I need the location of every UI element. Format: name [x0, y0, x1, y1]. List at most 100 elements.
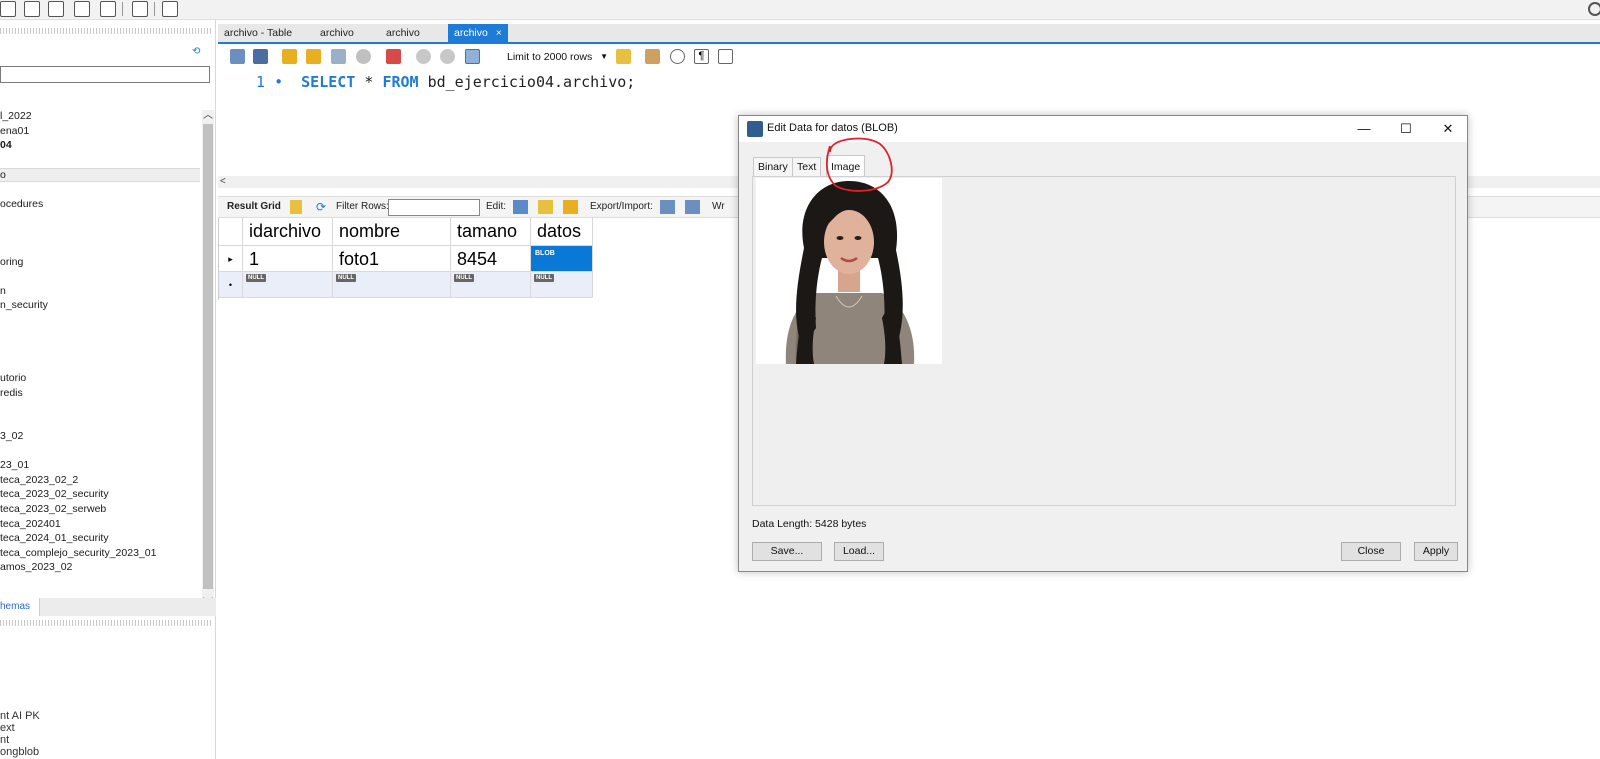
- word-wrap-icon[interactable]: [718, 49, 733, 64]
- load-button[interactable]: Load...: [834, 542, 884, 561]
- tree-item[interactable]: l_2022: [0, 109, 32, 123]
- find-icon[interactable]: [670, 49, 685, 64]
- row-header-corner: [219, 218, 243, 246]
- tab-schemas[interactable]: hemas: [0, 598, 40, 616]
- insert-row-icon[interactable]: [538, 200, 553, 214]
- tree-item[interactable]: amos_2023_02: [0, 560, 72, 574]
- settings-gear-icon[interactable]: [1588, 2, 1600, 16]
- scroll-left-icon[interactable]: <: [220, 176, 226, 188]
- app-icon: [747, 121, 763, 137]
- null-badge: NULL: [454, 274, 474, 282]
- open-file-icon[interactable]: [230, 49, 245, 64]
- scroll-up-icon[interactable]: ︿: [202, 110, 214, 122]
- tree-item[interactable]: teca_2023_02_security: [0, 487, 109, 501]
- tree-item[interactable]: 3_02: [0, 429, 23, 443]
- main-toolbar: [0, 0, 1600, 20]
- tree-item[interactable]: teca_2024_01_security: [0, 531, 109, 545]
- new-cell-datos[interactable]: NULL: [531, 272, 593, 298]
- cell-nombre[interactable]: foto1: [333, 246, 451, 272]
- sql-editor-toolbar: Limit to 2000 rows ▼ ¶: [218, 46, 1600, 68]
- tab-archivo[interactable]: archivo: [380, 24, 426, 42]
- column-header-idarchivo[interactable]: idarchivo: [243, 218, 333, 246]
- navigator-scrollbar[interactable]: ︿ ﹀: [202, 110, 214, 612]
- navigator-tabbar: hemas: [0, 598, 216, 616]
- tree-item[interactable]: oring: [0, 255, 23, 269]
- commit-icon[interactable]: [416, 49, 431, 64]
- limit-rows-select[interactable]: Limit to 2000 rows ▼: [504, 49, 610, 65]
- create-table-icon[interactable]: [24, 1, 40, 17]
- tree-item[interactable]: teca_202401: [0, 517, 61, 531]
- tree-item[interactable]: ocedures: [0, 197, 43, 211]
- annotation-circle: [826, 137, 893, 192]
- beautify-icon[interactable]: [645, 49, 660, 64]
- export-icon[interactable]: [660, 200, 675, 214]
- edit-row-icon[interactable]: [513, 200, 528, 214]
- save-file-icon[interactable]: [253, 49, 268, 64]
- tab-archivo-table[interactable]: archivo - Table: [218, 24, 298, 42]
- tree-item[interactable]: n: [0, 284, 6, 298]
- create-function-icon[interactable]: [100, 1, 116, 17]
- close-button[interactable]: Close: [1341, 542, 1401, 561]
- close-tab-icon[interactable]: ×: [496, 28, 502, 39]
- autocommit-icon[interactable]: [465, 49, 480, 64]
- cell-idarchivo[interactable]: 1: [243, 246, 333, 272]
- panel-grip[interactable]: [0, 28, 212, 34]
- reconnect-icon[interactable]: [162, 1, 178, 17]
- add-snippet-icon[interactable]: [616, 49, 631, 64]
- toggle-error-icon[interactable]: [386, 49, 401, 64]
- tree-item[interactable]: o: [0, 168, 6, 182]
- import-icon[interactable]: [685, 200, 700, 214]
- refresh-icon[interactable]: ⟲: [192, 46, 204, 58]
- cell-datos-selected[interactable]: BLOB: [531, 246, 593, 272]
- tree-item[interactable]: 23_01: [0, 458, 29, 472]
- execution-marker: •: [274, 73, 284, 91]
- scrollbar-thumb[interactable]: [203, 124, 213, 589]
- refresh-icon[interactable]: ⟳: [316, 200, 330, 214]
- tab-text[interactable]: Text: [792, 157, 822, 176]
- tab-archivo-active[interactable]: archivo ×: [448, 24, 508, 42]
- tree-item[interactable]: teca_2023_02_2: [0, 473, 78, 487]
- execute-icon[interactable]: [282, 49, 297, 64]
- create-procedure-icon[interactable]: [74, 1, 90, 17]
- new-cell-tamano[interactable]: NULL: [451, 272, 531, 298]
- explain-icon[interactable]: [331, 49, 346, 64]
- search-table-data-icon[interactable]: [132, 1, 148, 17]
- sql-code-line[interactable]: 1 • SELECT * FROM bd_ejercicio04.archivo…: [256, 72, 635, 92]
- close-window-button[interactable]: ✕: [1427, 116, 1469, 142]
- save-button[interactable]: Save...: [752, 542, 822, 561]
- tab-archivo[interactable]: archivo: [314, 24, 360, 42]
- stop-icon[interactable]: [356, 49, 371, 64]
- delete-row-icon[interactable]: [563, 200, 578, 214]
- new-cell-idarchivo[interactable]: NULL: [243, 272, 333, 298]
- tree-item[interactable]: redis: [0, 386, 23, 400]
- apply-button[interactable]: Apply: [1414, 542, 1458, 561]
- column-header-datos[interactable]: datos: [531, 218, 593, 246]
- cell-tamano[interactable]: 8454: [451, 246, 531, 272]
- minimize-button[interactable]: —: [1343, 116, 1385, 142]
- column-header-nombre[interactable]: nombre: [333, 218, 451, 246]
- invisible-chars-icon[interactable]: ¶: [694, 49, 709, 64]
- tree-item[interactable]: utorio: [0, 371, 26, 385]
- new-cell-nombre[interactable]: NULL: [333, 272, 451, 298]
- rollback-icon[interactable]: [440, 49, 455, 64]
- create-view-icon[interactable]: [48, 1, 64, 17]
- tab-binary[interactable]: Binary: [753, 157, 793, 176]
- maximize-button[interactable]: ☐: [1385, 116, 1427, 142]
- schema-navigator: ⟲ l_2022 ena01 04 o ocedures oring n n_s…: [0, 20, 216, 759]
- schema-filter-input[interactable]: [0, 66, 210, 83]
- null-badge: NULL: [336, 274, 356, 282]
- execute-statement-icon[interactable]: [306, 49, 321, 64]
- table-reference: bd_ejercicio04.archivo;: [427, 73, 636, 91]
- tree-item[interactable]: teca_complejo_security_2023_01: [0, 546, 156, 560]
- tree-item-active-schema[interactable]: 04: [0, 138, 12, 152]
- result-grid-label[interactable]: Result Grid: [227, 201, 281, 212]
- new-schema-icon[interactable]: [0, 1, 16, 17]
- panel-grip[interactable]: [0, 620, 212, 626]
- grid-layout-icon[interactable]: [290, 200, 302, 214]
- tree-item[interactable]: ena01: [0, 124, 29, 138]
- tree-item[interactable]: n_security: [0, 298, 48, 312]
- tree-item[interactable]: teca_2023_02_serweb: [0, 502, 106, 516]
- filter-rows-input[interactable]: [388, 199, 480, 216]
- tree-selection-row: [0, 168, 200, 182]
- column-header-tamano[interactable]: tamano: [451, 218, 531, 246]
